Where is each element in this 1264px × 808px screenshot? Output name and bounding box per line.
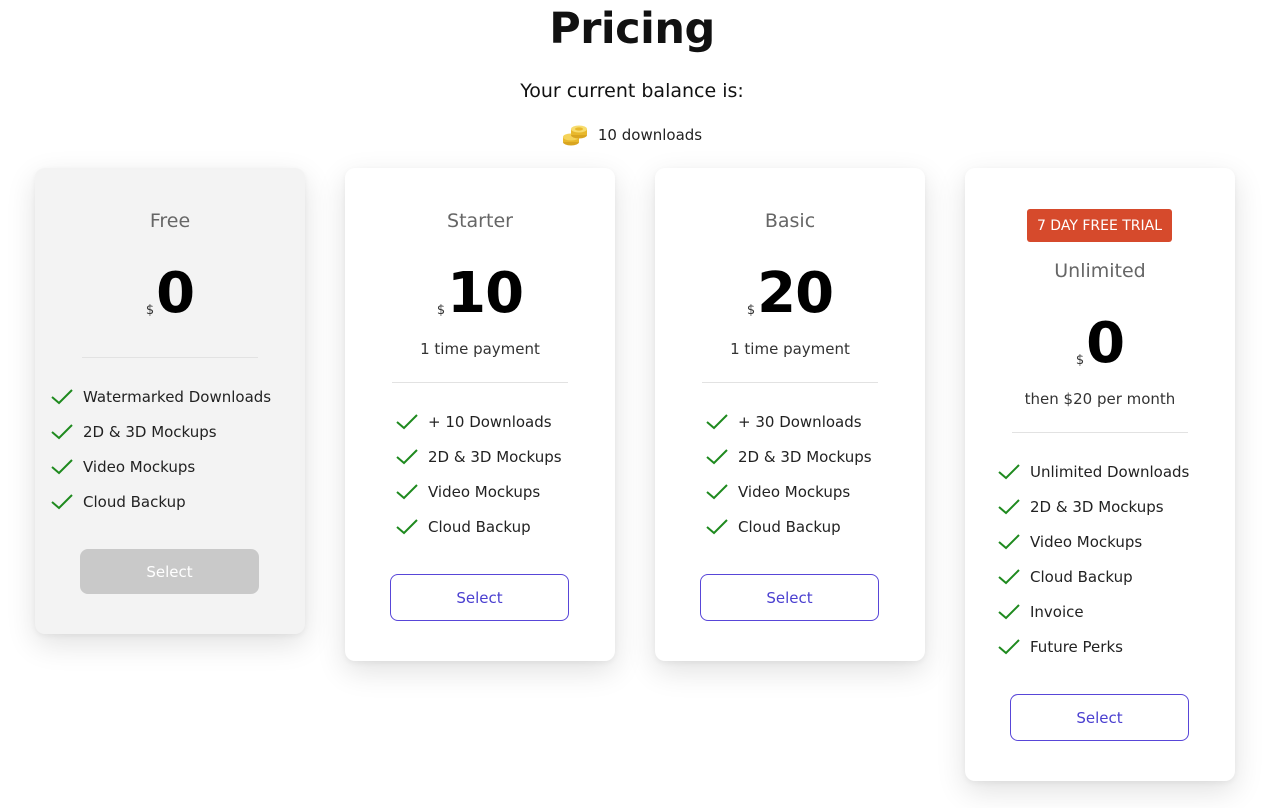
plan-name: Starter <box>447 210 513 232</box>
check-icon <box>998 463 1020 479</box>
currency-symbol: $ <box>436 303 446 318</box>
feature-item: + 30 Downloads <box>706 404 872 439</box>
feature-label: + 30 Downloads <box>738 412 862 431</box>
feature-list: + 30 Downloads 2D & 3D Mockups Video Moc… <box>706 404 872 544</box>
price-amount: 20 <box>757 261 834 326</box>
feature-item: Video Mockups <box>998 524 1189 559</box>
price-note: 1 time payment <box>730 340 850 358</box>
feature-item: 2D & 3D Mockups <box>396 439 562 474</box>
check-icon <box>396 483 418 499</box>
currency-symbol: $ <box>746 303 756 318</box>
price-amount: 0 <box>156 261 195 326</box>
balance-value: 10 downloads <box>597 126 703 144</box>
feature-item: Cloud Backup <box>51 484 271 519</box>
plan-name: Unlimited <box>1054 260 1146 282</box>
select-button-starter[interactable]: Select <box>390 574 569 621</box>
price-note: 1 time payment <box>420 340 540 358</box>
check-icon <box>51 493 73 509</box>
feature-label: Cloud Backup <box>1030 567 1133 586</box>
check-icon <box>396 518 418 534</box>
feature-item: Video Mockups <box>396 474 562 509</box>
page-title: Pricing <box>549 4 715 54</box>
check-icon <box>51 458 73 474</box>
feature-item: Cloud Backup <box>998 559 1189 594</box>
feature-label: Cloud Backup <box>428 517 531 536</box>
feature-label: Video Mockups <box>1030 532 1143 551</box>
feature-label: Cloud Backup <box>83 492 186 511</box>
feature-item: 2D & 3D Mockups <box>706 439 872 474</box>
divider <box>392 382 568 383</box>
feature-list: Unlimited Downloads 2D & 3D Mockups Vide… <box>998 454 1189 664</box>
check-icon <box>706 483 728 499</box>
check-icon <box>998 498 1020 514</box>
plan-card-starter: Starter $ 10 1 time payment + 10 Downloa… <box>345 168 615 661</box>
check-icon <box>998 638 1020 654</box>
feature-list: + 10 Downloads 2D & 3D Mockups Video Moc… <box>396 404 562 544</box>
plan-card-basic: Basic $ 20 1 time payment + 30 Downloads… <box>655 168 925 661</box>
feature-label: 2D & 3D Mockups <box>738 447 872 466</box>
feature-label: Cloud Backup <box>738 517 841 536</box>
check-icon <box>51 388 73 404</box>
price-note: then $20 per month <box>1024 390 1176 408</box>
plan-price: $ 0 <box>965 316 1235 372</box>
price-amount: 10 <box>447 261 524 326</box>
plan-price: $ 20 <box>655 266 925 322</box>
select-button-unlimited[interactable]: Select <box>1010 694 1189 741</box>
divider <box>82 357 258 358</box>
feature-item: Video Mockups <box>706 474 872 509</box>
feature-label: Invoice <box>1030 602 1084 621</box>
check-icon <box>998 568 1020 584</box>
feature-label: Video Mockups <box>83 457 196 476</box>
balance-row: 10 downloads <box>0 122 1264 148</box>
coins-icon <box>562 122 588 148</box>
check-icon <box>706 413 728 429</box>
select-button-basic[interactable]: Select <box>700 574 879 621</box>
feature-item: Video Mockups <box>51 449 271 484</box>
feature-list: Watermarked Downloads 2D & 3D Mockups Vi… <box>51 379 271 519</box>
check-icon <box>396 413 418 429</box>
plan-name: Basic <box>764 210 816 232</box>
balance-label: Your current balance is: <box>520 80 744 102</box>
feature-label: 2D & 3D Mockups <box>428 447 562 466</box>
feature-label: Video Mockups <box>738 482 851 501</box>
check-icon <box>706 448 728 464</box>
feature-item: Future Perks <box>998 629 1189 664</box>
feature-item: Cloud Backup <box>706 509 872 544</box>
feature-item: + 10 Downloads <box>396 404 562 439</box>
price-amount: 0 <box>1086 311 1125 376</box>
feature-label: Watermarked Downloads <box>83 387 272 406</box>
feature-label: Unlimited Downloads <box>1030 462 1190 481</box>
plan-price: $ 0 <box>35 266 305 322</box>
feature-item: Cloud Backup <box>396 509 562 544</box>
trial-badge: 7 DAY FREE TRIAL <box>1027 209 1172 242</box>
feature-item: 2D & 3D Mockups <box>51 414 271 449</box>
feature-item: 2D & 3D Mockups <box>998 489 1189 524</box>
currency-symbol: $ <box>1075 353 1085 368</box>
plan-name: Free <box>149 210 191 232</box>
feature-label: 2D & 3D Mockups <box>1030 497 1164 516</box>
plan-card-unlimited: 7 DAY FREE TRIAL Unlimited $ 0 then $20 … <box>965 168 1235 781</box>
feature-label: Future Perks <box>1030 637 1123 656</box>
feature-item: Unlimited Downloads <box>998 454 1189 489</box>
divider <box>702 382 878 383</box>
plan-card-free: Free $ 0 Watermarked Downloads 2D & 3D M… <box>35 168 305 634</box>
currency-symbol: $ <box>145 303 155 318</box>
check-icon <box>998 533 1020 549</box>
feature-label: 2D & 3D Mockups <box>83 422 217 441</box>
select-button-free[interactable]: Select <box>80 549 259 594</box>
feature-item: Invoice <box>998 594 1189 629</box>
check-icon <box>998 603 1020 619</box>
feature-item: Watermarked Downloads <box>51 379 271 414</box>
divider <box>1012 432 1188 433</box>
plan-price: $ 10 <box>345 266 615 322</box>
check-icon <box>706 518 728 534</box>
feature-label: Video Mockups <box>428 482 541 501</box>
feature-label: + 10 Downloads <box>428 412 552 431</box>
check-icon <box>51 423 73 439</box>
check-icon <box>396 448 418 464</box>
